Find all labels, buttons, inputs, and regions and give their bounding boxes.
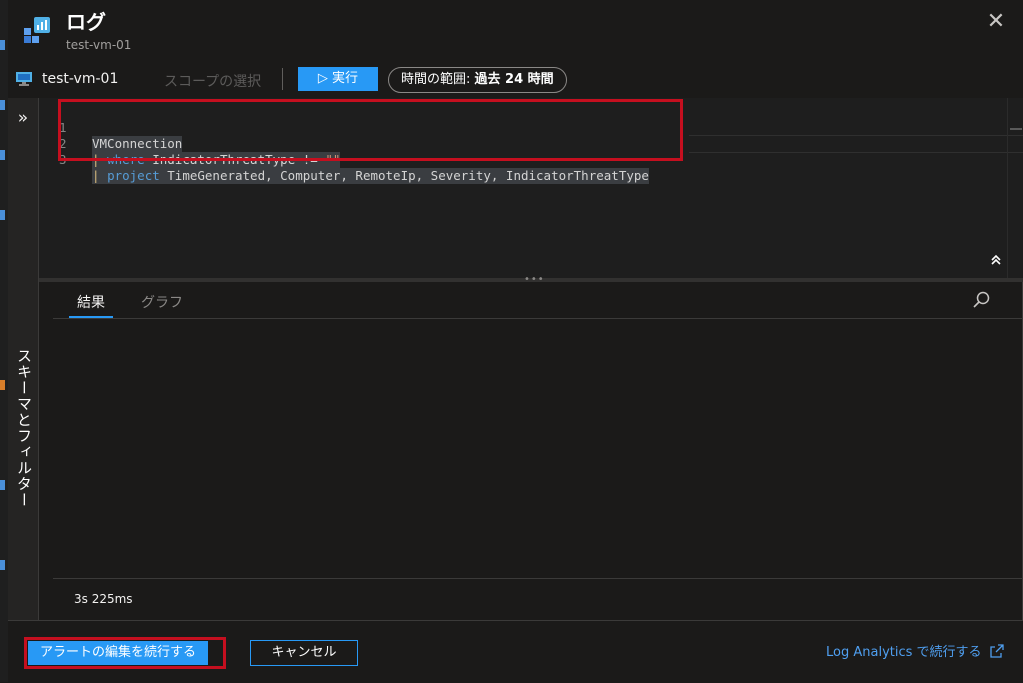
- time-range-picker[interactable]: 時間の範囲: 過去 24 時間: [388, 67, 567, 93]
- schema-filter-label: スキーマとフィルター: [15, 348, 33, 508]
- query-highlight-box: [58, 99, 683, 161]
- external-link-icon: [989, 644, 1004, 658]
- scope-vm-name: test-vm-01: [42, 71, 119, 87]
- query-toolbar: test-vm-01 スコープの選択 ▷ 実行 時間の範囲: 過去 24 時間: [8, 62, 1023, 99]
- tab-chart[interactable]: グラフ: [141, 292, 183, 312]
- time-range-label: 時間の範囲:: [401, 72, 471, 87]
- open-in-log-analytics-link[interactable]: Log Analytics で続行する: [826, 641, 1004, 660]
- page-subtitle: test-vm-01: [66, 38, 132, 52]
- results-divider: [53, 578, 1023, 579]
- results-pane: 結果 グラフ 3s 225ms: [39, 282, 1023, 620]
- collapse-icon[interactable]: [987, 253, 1005, 271]
- log-analytics-logo-icon: [22, 14, 58, 44]
- page-title: ログ: [66, 10, 106, 34]
- continue-highlight-box: [24, 637, 226, 669]
- code-text: | project TimeGenerated, Computer, Remot…: [92, 168, 649, 184]
- log-analytics-link-label: Log Analytics で続行する: [826, 645, 982, 660]
- expand-icon[interactable]: »: [8, 108, 38, 128]
- select-scope-button[interactable]: スコープの選択: [164, 71, 261, 91]
- time-range-value: 過去 24 時間: [474, 72, 554, 87]
- panel-footer: アラートの編集を続行する キャンセル Log Analytics で続行する: [8, 620, 1023, 683]
- query-duration: 3s 225ms: [74, 592, 133, 606]
- tab-results[interactable]: 結果: [77, 292, 105, 312]
- tabs-divider: [53, 318, 1023, 319]
- editor-scrollbar[interactable]: [1007, 98, 1023, 278]
- panel-header: ログ test-vm-01 ✕: [8, 0, 1023, 62]
- cancel-button[interactable]: キャンセル: [250, 640, 358, 666]
- close-icon[interactable]: ✕: [984, 10, 1008, 34]
- search-icon[interactable]: [972, 290, 992, 310]
- run-button[interactable]: ▷ 実行: [298, 67, 378, 91]
- background-page-strip: [0, 0, 8, 682]
- editor-scroll-marker: [1010, 128, 1022, 130]
- current-line-highlight: [689, 135, 1023, 153]
- schema-filter-panel-toggle[interactable]: » スキーマとフィルター: [8, 98, 39, 620]
- toolbar-divider: [282, 68, 283, 90]
- vm-icon: [16, 71, 32, 86]
